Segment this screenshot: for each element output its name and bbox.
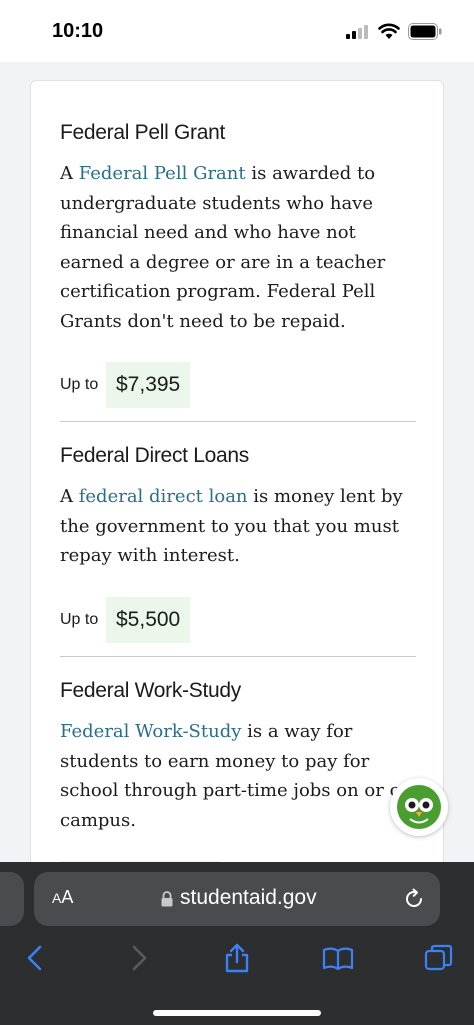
cellular-signal-icon	[346, 25, 368, 39]
section-description: A Federal Pell Grant is awarded to under…	[60, 163, 386, 332]
section-title: Federal Pell Grant	[60, 121, 226, 144]
section-pell-grant: Federal Pell Grant A Federal Pell Grant …	[60, 121, 416, 408]
tabs-icon[interactable]	[423, 942, 455, 974]
amount-badge: $7,395	[106, 362, 191, 408]
lock-icon	[161, 891, 173, 907]
work-study-link[interactable]: Federal Work-Study	[60, 721, 241, 742]
aid-card: Federal Pell Grant A Federal Pell Grant …	[30, 80, 444, 901]
section-direct-loans: Federal Direct Loans A federal direct lo…	[60, 444, 416, 643]
chat-assistant-button[interactable]	[390, 778, 448, 836]
amount-badge: $5,500	[106, 596, 191, 643]
divider	[60, 421, 416, 422]
section-title: Federal Work-Study	[60, 679, 241, 702]
address-bar[interactable]: AA studentaid.gov	[34, 872, 440, 926]
up-to-label: Up to	[60, 376, 99, 393]
amount-row: Up to $5,500	[60, 596, 416, 643]
reader-options-button[interactable]: AA	[52, 887, 73, 908]
share-icon[interactable]	[221, 942, 253, 974]
status-bar: 10:10	[0, 0, 474, 62]
browser-bottom-bar: AA studentaid.gov	[0, 862, 474, 1025]
url-text: studentaid.gov	[180, 886, 317, 909]
bookmarks-icon[interactable]	[322, 942, 354, 974]
section-description: Federal Work-Study is a way for students…	[60, 721, 414, 831]
reload-icon[interactable]	[402, 887, 426, 911]
direct-loan-link[interactable]: federal direct loan	[79, 486, 248, 507]
up-to-label: Up to	[60, 610, 99, 628]
section-title: Federal Direct Loans	[60, 444, 249, 467]
battery-icon	[408, 23, 442, 40]
status-time: 10:10	[52, 20, 104, 42]
forward-icon[interactable]	[122, 942, 154, 974]
pell-grant-link[interactable]: Federal Pell Grant	[79, 163, 246, 184]
owl-icon	[397, 785, 441, 829]
home-indicator	[153, 1010, 321, 1016]
wifi-icon	[378, 23, 400, 39]
divider	[60, 656, 416, 657]
previous-tab-preview[interactable]	[0, 872, 24, 926]
back-icon[interactable]	[20, 942, 52, 974]
section-description: A federal direct loan is money lent by t…	[60, 486, 403, 566]
amount-row: Up to $7,395	[60, 362, 416, 408]
